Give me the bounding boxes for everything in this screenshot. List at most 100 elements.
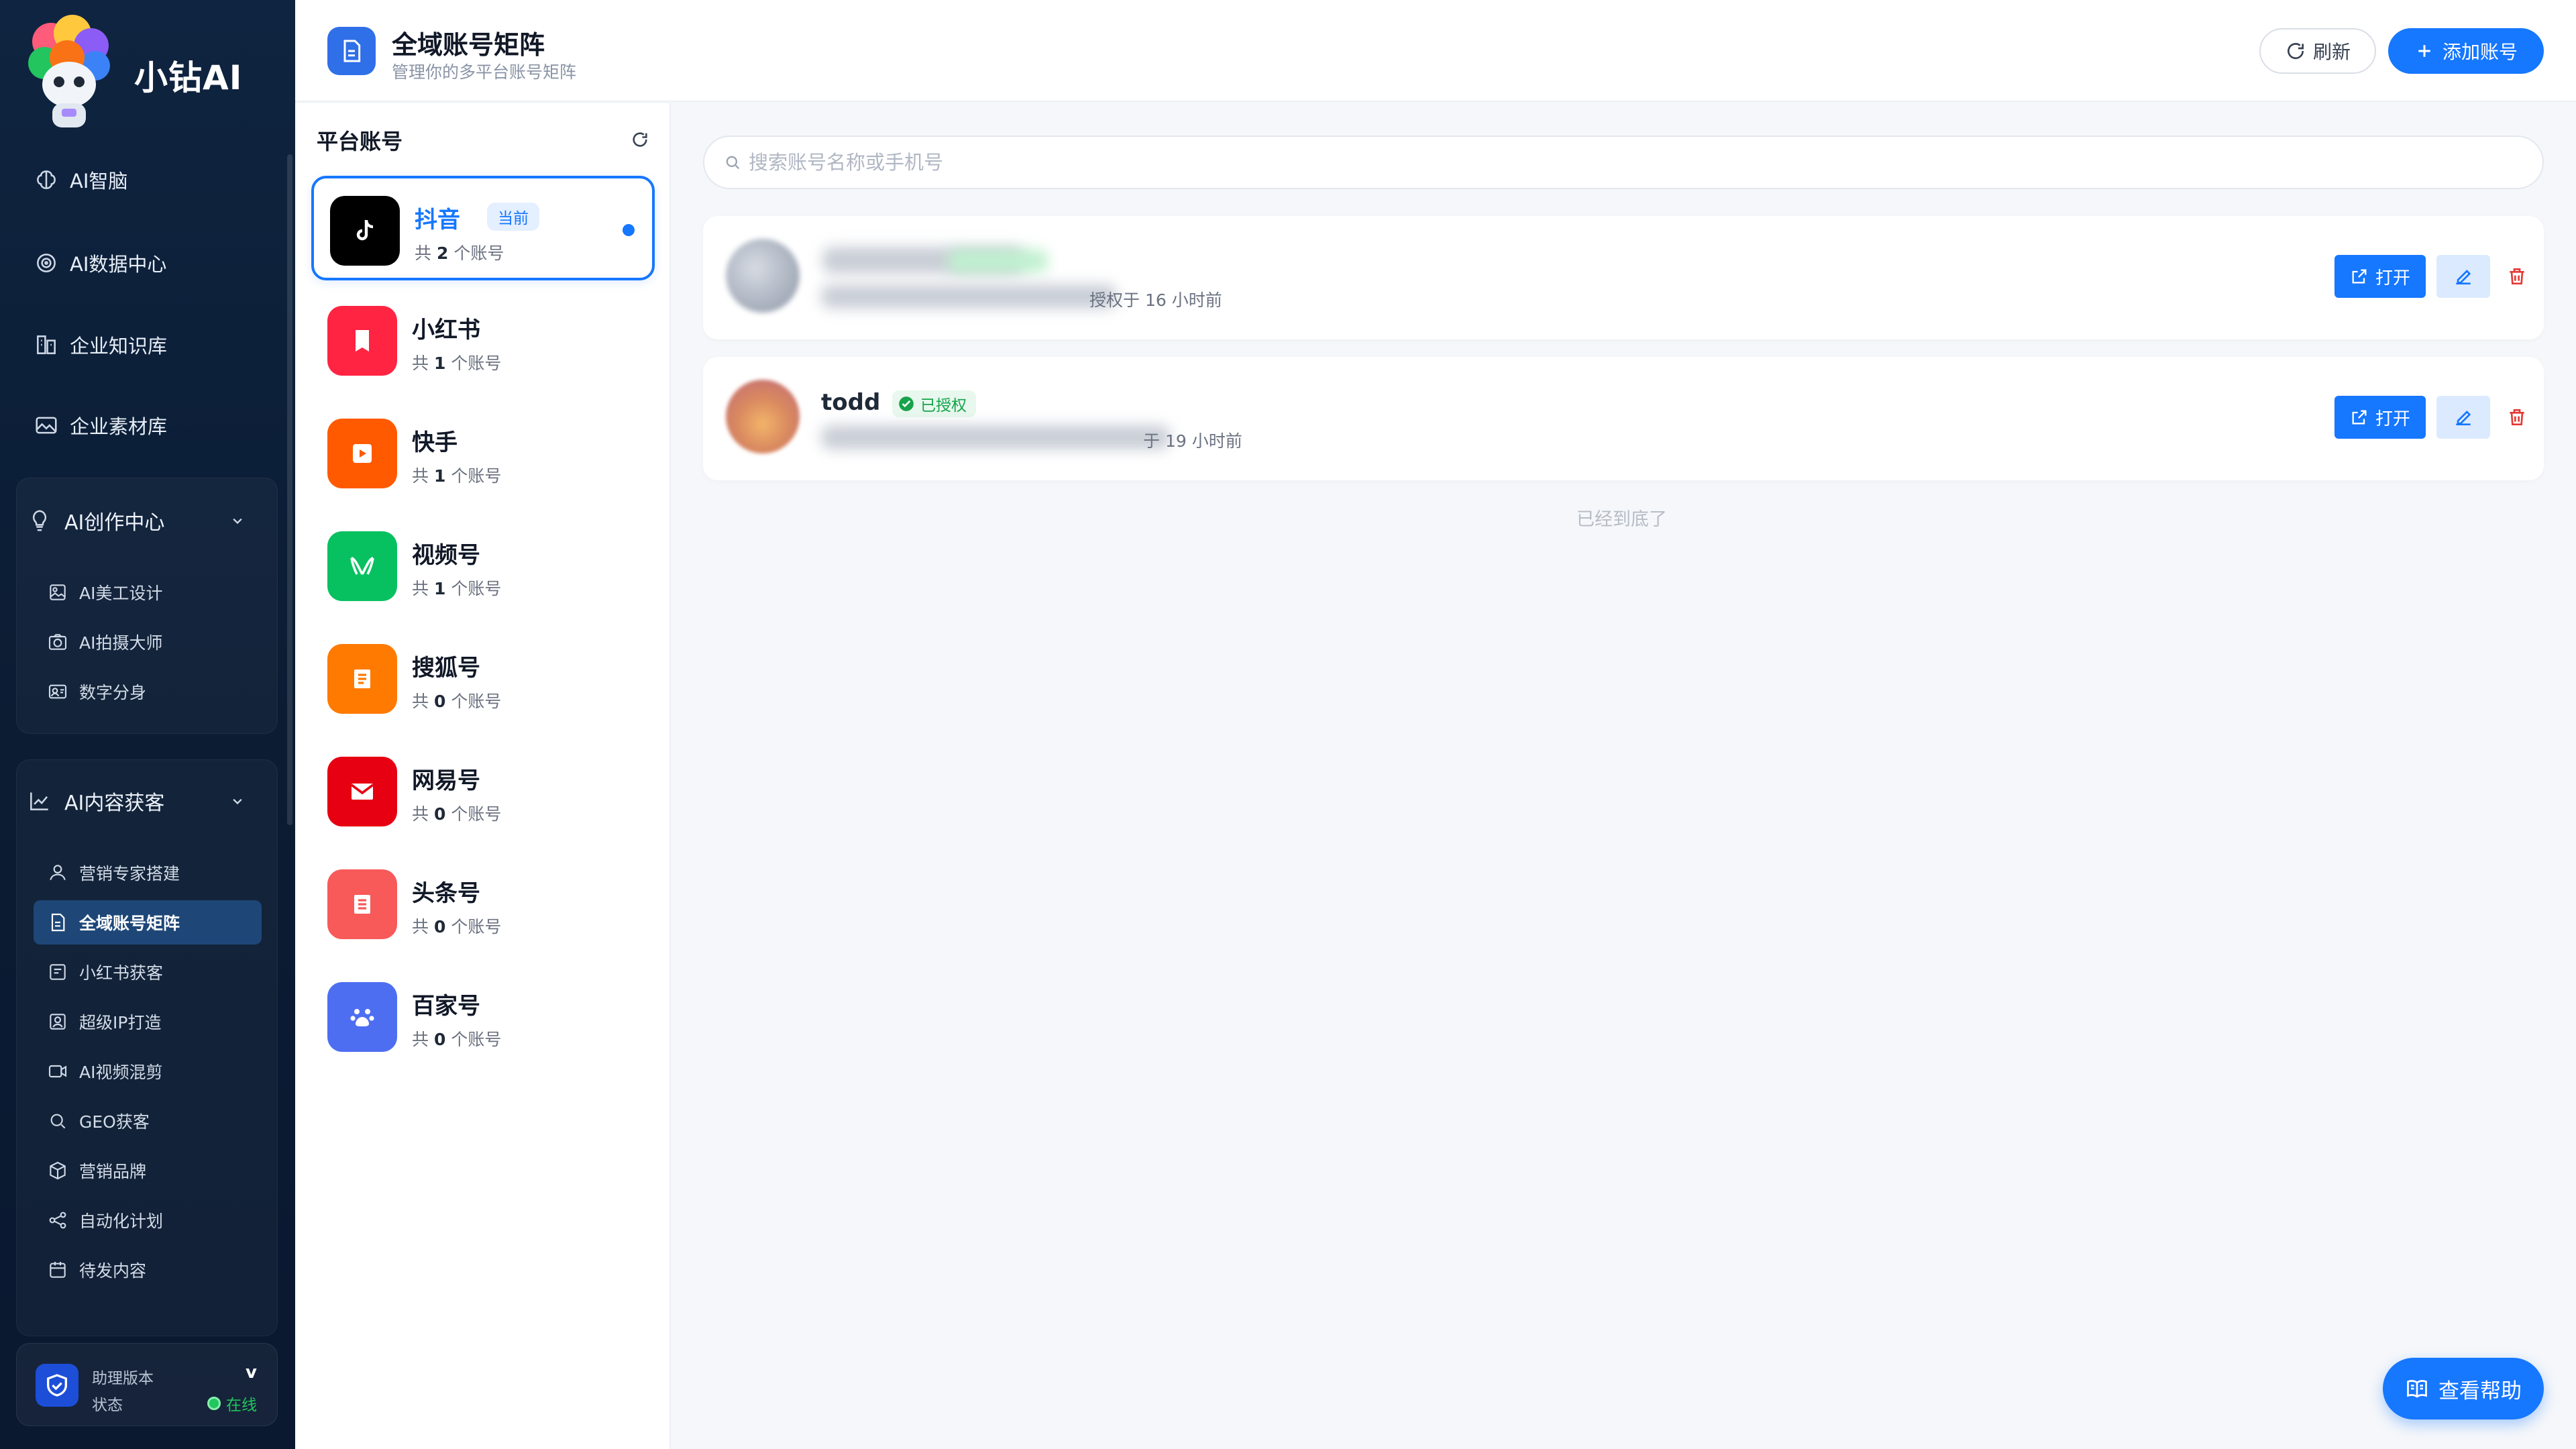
help-button[interactable]: 查看帮助 xyxy=(2383,1358,2544,1419)
delete-button[interactable] xyxy=(2501,396,2533,439)
sidebar-item-account-matrix[interactable]: 全域账号矩阵 xyxy=(34,900,262,945)
group-head-ai-content[interactable]: AI内容获客 xyxy=(27,781,164,821)
current-badge: 当前 xyxy=(487,203,539,231)
lightbulb-icon xyxy=(32,510,47,531)
selected-dot-icon xyxy=(623,224,635,236)
share-nodes-icon xyxy=(49,1212,66,1229)
avatar xyxy=(726,239,800,313)
pencil-icon xyxy=(2456,270,2471,284)
edit-button[interactable] xyxy=(2436,255,2490,298)
platform-item-toutiao[interactable]: 头条号 共 0 个账号 xyxy=(311,852,655,957)
nav-item-asset-library[interactable]: 企业素材库 xyxy=(34,405,167,445)
sidebar-item-label: AI拍摄大师 xyxy=(79,633,163,653)
group-label: AI内容获客 xyxy=(64,792,165,815)
external-link-icon xyxy=(2352,410,2367,425)
sidebar-item-label: 自动化计划 xyxy=(79,1212,164,1231)
nav-item-knowledge-base[interactable]: 企业知识库 xyxy=(34,325,167,365)
search-input[interactable] xyxy=(749,151,2493,174)
platform-item-baijiahao[interactable]: 百家号 共 0 个账号 xyxy=(311,965,655,1069)
sidebar-item-pending-content[interactable]: 待发内容 xyxy=(34,1248,262,1292)
platform-count: 共 1 个账号 xyxy=(412,466,502,486)
sidebar-item-label: 营销专家搭建 xyxy=(79,864,180,883)
account-card: todd 已授权 于 19 小时前 打开 xyxy=(703,357,2544,480)
open-button[interactable]: 打开 xyxy=(2334,396,2426,439)
refresh-button[interactable]: 刷新 xyxy=(2259,28,2376,74)
book-icon xyxy=(327,306,397,376)
refresh-icon xyxy=(2287,43,2304,60)
nav-label: 企业素材库 xyxy=(70,415,168,438)
redacted-badge xyxy=(947,250,1048,272)
search-icon xyxy=(726,156,740,170)
version-label: 助理版本 xyxy=(92,1370,154,1387)
sidebar-item-marketing-expert[interactable]: 营销专家搭建 xyxy=(34,851,262,895)
camera-icon xyxy=(48,634,67,650)
sidebar-scrollbar[interactable] xyxy=(287,154,292,825)
sidebar-item-label: GEO获客 xyxy=(79,1112,150,1132)
xhs-icon xyxy=(50,964,66,980)
platform-item-channels[interactable]: 视频号 共 1 个账号 xyxy=(311,514,655,619)
sidebar-item-label: 小红书获客 xyxy=(79,963,164,983)
sidebar-item-video-mix[interactable]: AI视频混剪 xyxy=(34,1049,262,1093)
platform-list-title: 平台账号 xyxy=(317,129,403,154)
group-head-ai-creation[interactable]: AI创作中心 xyxy=(27,500,164,541)
state-value-text: 在线 xyxy=(226,1397,257,1414)
platform-item-douyin[interactable]: 抖音 当前 共 2 个账号 xyxy=(311,176,655,280)
open-label: 打开 xyxy=(2375,268,2410,288)
platform-item-sohu[interactable]: 搜狐号 共 0 个账号 xyxy=(311,627,655,731)
image-design-icon xyxy=(50,584,66,600)
brand-name: 小钻AI xyxy=(134,58,243,97)
sohu-icon xyxy=(327,644,397,714)
open-button[interactable]: 打开 xyxy=(2334,255,2426,298)
platform-name: 抖音 xyxy=(415,207,460,233)
open-label: 打开 xyxy=(2375,409,2410,429)
sidebar-item-digital-avatar[interactable]: 数字分身 xyxy=(34,669,262,714)
nav-label: AI数据中心 xyxy=(70,253,167,276)
sidebar-item-super-ip[interactable]: 超级IP打造 xyxy=(34,1000,262,1044)
sidebar-item-label: AI视频混剪 xyxy=(79,1063,163,1082)
sidebar-item-geo-leads[interactable]: GEO获客 xyxy=(34,1099,262,1143)
platform-name: 百家号 xyxy=(412,993,480,1020)
account-search[interactable] xyxy=(703,136,2544,189)
platform-item-kuaishou[interactable]: 快手 共 1 个账号 xyxy=(311,401,655,506)
video-icon xyxy=(48,1065,67,1078)
sidebar-item-label: AI美工设计 xyxy=(79,584,163,603)
platform-name: 视频号 xyxy=(412,542,480,569)
sidebar-item-label: 营销品牌 xyxy=(79,1162,147,1181)
sidebar-item-ai-photo[interactable]: AI拍摄大师 xyxy=(34,620,262,664)
nav-item-ai-data-center[interactable]: AI数据中心 xyxy=(34,243,166,283)
user-icon xyxy=(50,865,66,880)
sidebar-item-marketing-brand[interactable]: 营销品牌 xyxy=(34,1148,262,1193)
pencil-icon xyxy=(2456,411,2471,425)
authorized-badge: 已授权 xyxy=(892,390,976,417)
add-account-button[interactable]: 添加账号 xyxy=(2388,28,2544,74)
chart-line-icon xyxy=(30,792,48,810)
help-label: 查看帮助 xyxy=(2438,1379,2522,1403)
sidebar-item-ai-design[interactable]: AI美工设计 xyxy=(34,570,262,614)
chevron-down-icon[interactable] xyxy=(228,792,247,810)
online-status: 在线 xyxy=(207,1392,257,1415)
platform-item-xiaohongshu[interactable]: 小红书 共 1 个账号 xyxy=(311,288,655,393)
sidebar-item-automation[interactable]: 自动化计划 xyxy=(34,1198,262,1242)
page-title: 全域账号矩阵 xyxy=(392,30,545,60)
platform-item-netease[interactable]: 网易号 共 0 个账号 xyxy=(311,739,655,844)
channels-icon xyxy=(327,531,397,601)
refresh-icon[interactable] xyxy=(631,130,649,149)
book-open-icon xyxy=(2407,1380,2427,1398)
nav-item-ai-brain[interactable]: AI智脑 xyxy=(34,160,127,200)
version-value: v xyxy=(246,1362,257,1383)
paw-icon xyxy=(327,982,397,1052)
sidebar: 小钻AI AI智脑 AI数据中心 企业知识库 企业素材库 AI创作中心 AI美工… xyxy=(0,0,295,1449)
ip-icon xyxy=(50,1014,66,1030)
edit-button[interactable] xyxy=(2436,396,2490,439)
sidebar-item-label: 全域账号矩阵 xyxy=(79,914,180,933)
sidebar-item-xhs-leads[interactable]: 小红书获客 xyxy=(34,950,262,994)
platform-name: 网易号 xyxy=(412,767,480,794)
auth-time: 授权于 16 小时前 xyxy=(1089,290,1222,310)
auth-time: 于 19 小时前 xyxy=(1143,431,1242,451)
chevron-down-icon[interactable] xyxy=(228,511,247,530)
status-dot-icon xyxy=(207,1397,221,1410)
platform-name: 搜狐号 xyxy=(412,655,480,682)
delete-button[interactable] xyxy=(2501,255,2533,298)
platform-count: 共 1 个账号 xyxy=(412,354,502,373)
avatar-card-icon xyxy=(48,684,67,699)
